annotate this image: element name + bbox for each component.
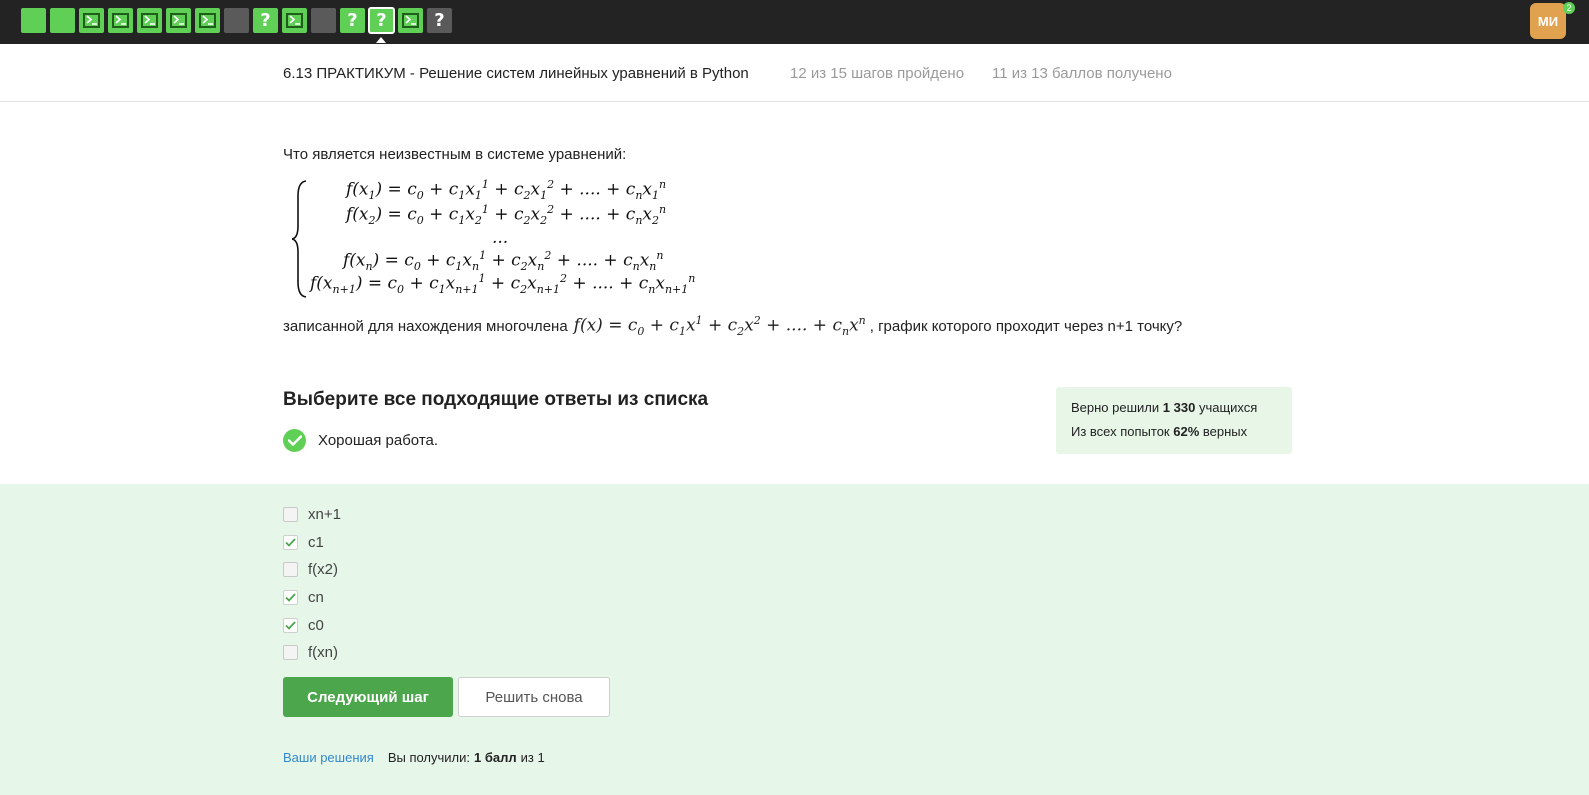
step-navigation: ???? (21, 7, 456, 43)
terminal-icon (199, 13, 216, 28)
step-11[interactable] (311, 8, 336, 33)
success-check-icon (283, 429, 306, 452)
question-icon: ? (434, 10, 445, 31)
stats-panel: Верно решили 1 330 учащихся Из всех попы… (1056, 387, 1292, 454)
answer-option-label: f(xn) (308, 644, 338, 662)
checkbox[interactable] (283, 507, 298, 523)
terminal-icon (286, 13, 303, 28)
answer-option[interactable]: c1 (283, 529, 341, 557)
checkbox[interactable] (283, 534, 298, 550)
next-step-button[interactable]: Следующий шаг (283, 677, 453, 717)
answer-option-label: c1 (308, 533, 324, 551)
checkmark-icon (285, 593, 296, 602)
checkbox[interactable] (283, 590, 298, 606)
step-7[interactable] (195, 8, 220, 33)
answer-options: xn+1 c1 f(x2) cn c0 f(xn) (283, 501, 341, 667)
result-suffix: из 1 (520, 750, 545, 765)
result-value: 1 балл (474, 750, 517, 765)
terminal-icon (141, 13, 158, 28)
equation-ellipsis: ... (492, 228, 509, 248)
answer-option[interactable]: f(xn) (283, 639, 341, 667)
equation-2: f(x2) = c0 + c1x21 + c2x22 + .... + cnx2… (346, 203, 667, 228)
answers-area (0, 484, 1589, 795)
terminal-icon (83, 13, 100, 28)
step-13[interactable]: ? (368, 7, 395, 43)
feedback-text: Хорошая работа. (318, 432, 439, 449)
question-tail: записанной для нахождения многочлена f(x… (283, 314, 1182, 338)
step-9[interactable]: ? (253, 8, 278, 33)
question-intro: Что является неизвестным в системе уравн… (283, 146, 627, 163)
step-14[interactable] (398, 8, 423, 33)
avatar[interactable]: МИ (1530, 3, 1566, 39)
lesson-header: 6.13 ПРАКТИКУМ - Решение систем линейных… (0, 44, 1589, 102)
step-8[interactable] (224, 8, 249, 33)
checkmark-icon (285, 538, 296, 547)
top-bar: ???? МИ 2 (0, 0, 1589, 44)
terminal-icon (402, 13, 419, 28)
equation-n-plus-1: f(xn+1) = c0 + c1xn+11 + c2xn+12 + .... … (310, 272, 696, 297)
stats-attempts-suffix: верных (1202, 424, 1248, 439)
step-2[interactable] (50, 8, 75, 33)
lesson-progress: 12 из 15 шагов пройдено (790, 65, 965, 82)
question-icon: ? (347, 10, 358, 31)
stats-solved-suffix: учащихся (1198, 400, 1258, 415)
answer-option-label: xn+1 (308, 506, 341, 524)
terminal-icon (112, 13, 129, 28)
lesson-title[interactable]: 6.13 ПРАКТИКУМ - Решение систем линейных… (283, 65, 749, 82)
step-12[interactable]: ? (340, 8, 365, 33)
retry-button[interactable]: Решить снова (458, 677, 610, 717)
feedback: Хорошая работа. (283, 429, 438, 452)
answer-option-label: f(x2) (308, 561, 338, 579)
stats-attempts-prefix: Из всех попыток (1071, 424, 1170, 439)
terminal-icon (170, 13, 187, 28)
step-10[interactable] (282, 8, 307, 33)
step-4[interactable] (108, 8, 133, 33)
step-3[interactable] (79, 8, 104, 33)
stats-solved-count: 1 330 (1162, 400, 1196, 415)
question-icon: ? (376, 10, 387, 31)
question-tail-before: записанной для нахождения многочлена (283, 317, 568, 335)
result-footer: Ваши решения Вы получили: 1 балл из 1 (283, 750, 545, 765)
lesson-score: 11 из 13 баллов получено (992, 65, 1172, 82)
step-6[interactable] (166, 8, 191, 33)
your-solutions-link[interactable]: Ваши решения (283, 750, 374, 765)
answer-option-label: cn (308, 589, 324, 607)
answer-option[interactable]: f(x2) (283, 556, 341, 584)
stats-solved: Верно решили 1 330 учащихся (1071, 400, 1257, 415)
step-5[interactable] (137, 8, 162, 33)
question-icon: ? (260, 10, 271, 31)
stats-attempts: Из всех попыток 62% верных (1071, 424, 1247, 439)
answer-option[interactable]: xn+1 (283, 501, 341, 529)
step-1[interactable] (21, 8, 46, 33)
answer-option[interactable]: c0 (283, 611, 341, 639)
stats-solved-prefix: Верно решили (1071, 400, 1160, 415)
step-15[interactable]: ? (427, 8, 452, 33)
checkbox[interactable] (283, 617, 298, 633)
equation-n: f(xn) = c0 + c1xn1 + c2xn2 + .... + cnxn… (343, 249, 664, 274)
notification-badge: 2 (1563, 2, 1575, 14)
left-brace-icon (292, 180, 307, 298)
checkbox[interactable] (283, 562, 298, 578)
equation-system: f(x1) = c0 + c1x11 + c2x12 + .... + cnx1… (292, 178, 712, 300)
answer-option-label: c0 (308, 616, 324, 634)
result-prefix: Вы получили: (387, 750, 471, 765)
question-tail-after: , график которого проходит через n+1 точ… (869, 317, 1183, 335)
checkmark-icon (285, 621, 296, 630)
checkbox[interactable] (283, 645, 298, 661)
answer-option[interactable]: cn (283, 584, 341, 612)
instruction-heading: Выберите все подходящие ответы из списка (283, 389, 709, 410)
equation-1: f(x1) = c0 + c1x11 + c2x12 + .... + cnx1… (346, 178, 667, 203)
stats-attempts-percent: 62% (1173, 424, 1200, 439)
polynomial-formula: f(x) = c0 + c1x1 + c2x2 + .... + cnxn (573, 314, 866, 339)
